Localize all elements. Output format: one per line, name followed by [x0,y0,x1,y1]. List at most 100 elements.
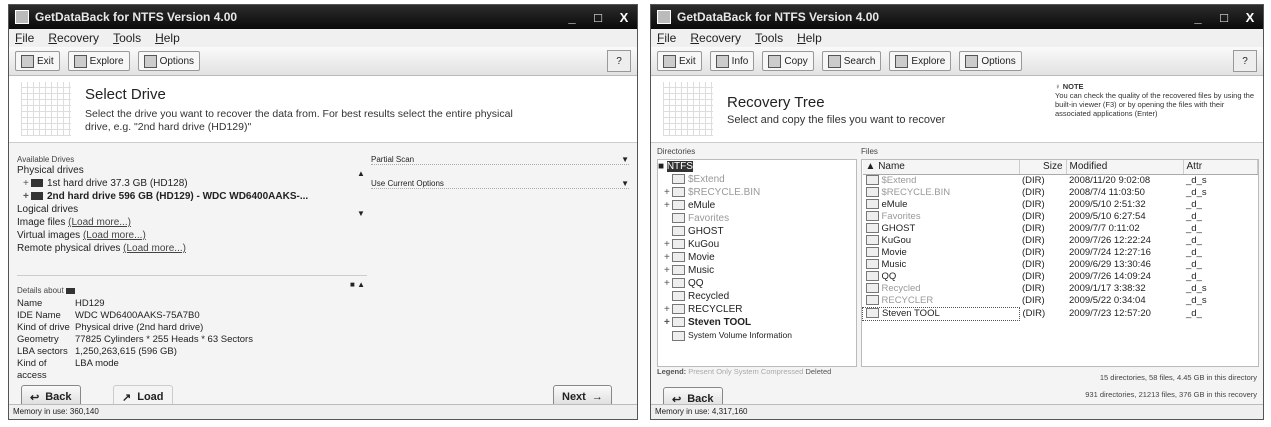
explore-button[interactable]: Explore [889,51,952,71]
drive-tree[interactable]: Physical drives +1st hard drive 37.3 GB … [17,164,367,270]
virtual-images-node[interactable]: Virtual images (Load more...) [17,229,367,242]
detail-row: Name HD129 [17,298,105,309]
tree-item[interactable]: + Music [658,264,856,277]
note-title: ♀ NOTE [1055,82,1084,91]
column-attr[interactable]: Attr [1183,160,1258,175]
menu-help[interactable]: Help [155,31,180,45]
title-bar: GetDataBack for NTFS Version 4.00 _ □ X [651,5,1263,29]
minimize-button[interactable]: _ [559,5,585,29]
virtual-images-load-link[interactable]: (Load more...) [83,230,146,241]
exit-button[interactable]: Exit [657,51,702,71]
tree-item[interactable]: Favorites [658,212,856,225]
options-button[interactable]: Options [959,51,1022,71]
drive-details-panel: ■ ▲ Details about Name HD129 IDE Name WDC … [17,275,367,381]
tree-item[interactable]: + RECYCLER [658,303,856,316]
back-arrow-icon: ↩ [30,391,40,404]
drive-item-hd128[interactable]: +1st hard drive 37.3 GB (HD128) [17,177,367,190]
tree-item[interactable]: + KuGou [658,238,856,251]
menu-recovery[interactable]: Recovery [690,31,741,45]
tree-item[interactable]: + $RECYCLE.BIN [658,186,856,199]
remote-drives-load-link[interactable]: (Load more...) [123,243,186,254]
step-header: Recovery Tree Select and copy the files … [651,76,1263,143]
details-controls[interactable]: ■ ▲ [350,280,365,289]
tree-root[interactable]: ■ NTFS [658,160,856,173]
table-row[interactable]: $RECYCLE.BIN (DIR) 2008/7/4 11:03:50 _d_s [863,187,1258,199]
tree-item[interactable]: GHOST [658,225,856,238]
page-title: Recovery Tree [727,94,825,111]
dropdown-icon[interactable]: ▼ [621,155,629,164]
partial-scan-label: Partial Scan [371,155,415,164]
table-row[interactable]: RECYCLER (DIR) 2009/5/22 0:34:04 _d_s [863,295,1258,308]
menu-help[interactable]: Help [797,31,822,45]
explore-icon [895,54,909,68]
table-row[interactable]: QQ (DIR) 2009/7/26 14:09:24 _d_ [863,271,1258,283]
tree-item[interactable]: + Movie [658,251,856,264]
column-modified[interactable]: Modified [1066,160,1184,175]
search-button[interactable]: Search [821,51,882,71]
menu-file[interactable]: File [15,31,34,45]
tree-item[interactable]: System Volume Information [658,329,856,342]
directory-summary: 15 directories, 58 files, 4.45 GB in thi… [1085,373,1257,399]
tree-scroll-down-icon[interactable]: ▼ [357,209,365,218]
toolbar: Exit Explore Options ? [9,47,637,76]
help-icon[interactable]: ? [1233,50,1257,72]
directories-label: Directories [657,147,696,156]
file-list[interactable]: ▲ Name Size Modified Attr $Extend (DIR) 20… [861,159,1259,367]
close-button[interactable]: X [1237,5,1263,29]
menu-tools[interactable]: Tools [113,31,141,45]
table-row[interactable]: $Extend (DIR) 2008/11/20 9:02:08 _d_s [863,175,1258,188]
explore-button[interactable]: Explore [67,51,130,71]
folder-icon [672,304,685,315]
partial-scan-row[interactable]: Partial Scan ▼ [371,155,629,165]
maximize-button[interactable]: □ [1211,5,1237,29]
menu-tools[interactable]: Tools [755,31,783,45]
tree-item[interactable]: Recycled [658,290,856,303]
directory-tree[interactable]: ■ NTFS $Extend + $RECYCLE.BIN + eMule Favo… [657,159,857,367]
exit-button[interactable]: Exit [15,51,60,71]
folder-icon [672,330,685,341]
info-button[interactable]: Info [709,51,755,71]
load-icon: ↗ [122,391,132,404]
logical-drives-node[interactable]: Logical drives [17,203,367,216]
tree-item[interactable]: + eMule [658,199,856,212]
dropdown-icon[interactable]: ▼ [621,179,629,188]
menu-file[interactable]: File [657,31,676,45]
remote-drives-node[interactable]: Remote physical drives (Load more...) [17,242,367,255]
tree-scroll-icon[interactable]: ▲ [357,169,365,178]
image-files-load-link[interactable]: (Load more...) [68,217,131,228]
use-current-options-label: Use Current Options [371,179,444,188]
table-row[interactable]: Steven TOOL (DIR) 2009/7/23 12:57:20 _d_ [862,307,1258,321]
available-drives-section: Available Drives Physical drives +1st ha… [17,155,367,270]
close-button[interactable]: X [611,5,637,29]
folder-icon [866,308,879,319]
drive-item-hd129[interactable]: +2nd hard drive 596 GB (HD129) - WDC WD6… [17,190,367,203]
tree-item[interactable]: + QQ [658,277,856,290]
table-row[interactable]: Movie (DIR) 2009/7/24 12:27:16 _d_ [863,247,1258,259]
menu-recovery[interactable]: Recovery [48,31,99,45]
tree-item[interactable]: + Steven TOOL [658,316,856,329]
table-row[interactable]: eMule (DIR) 2009/5/10 2:51:32 _d_ [863,199,1258,211]
table-row[interactable]: Music (DIR) 2009/6/29 13:30:46 _d_ [863,259,1258,271]
tree-item[interactable]: $Extend [658,173,856,186]
detail-row: Geometry 77825 Cylinders * 255 Heads * 63… [17,334,253,345]
lightbulb-icon: ♀ [1055,82,1063,91]
minimize-button[interactable]: _ [1185,5,1211,29]
use-current-options-row[interactable]: Use Current Options ▼ [371,179,629,189]
image-files-node[interactable]: Image files (Load more...) [17,216,367,229]
table-row[interactable]: GHOST (DIR) 2009/7/7 0:11:02 _d_ [863,223,1258,235]
legend-compressed: Compressed [760,367,804,376]
table-row[interactable]: Recycled (DIR) 2009/1/17 3:38:32 _d_s [863,283,1258,295]
help-icon[interactable]: ? [607,50,631,72]
table-row[interactable]: KuGou (DIR) 2009/7/26 12:22:24 _d_ [863,235,1258,247]
copy-button[interactable]: Copy [762,51,814,71]
table-row[interactable]: Favorites (DIR) 2009/5/10 6:27:54 _d_ [863,211,1258,223]
folder-icon [672,187,685,198]
column-name[interactable]: ▲ Name [862,160,1020,175]
exit-label: Exit [679,55,696,67]
maximize-button[interactable]: □ [585,5,611,29]
column-size[interactable]: Size [1019,160,1067,175]
options-button[interactable]: Options [137,51,201,71]
drive-icon: ■ [658,161,667,172]
physical-drives-node[interactable]: Physical drives [17,164,367,177]
note-text: You can check the quality of the recover… [1055,91,1255,118]
